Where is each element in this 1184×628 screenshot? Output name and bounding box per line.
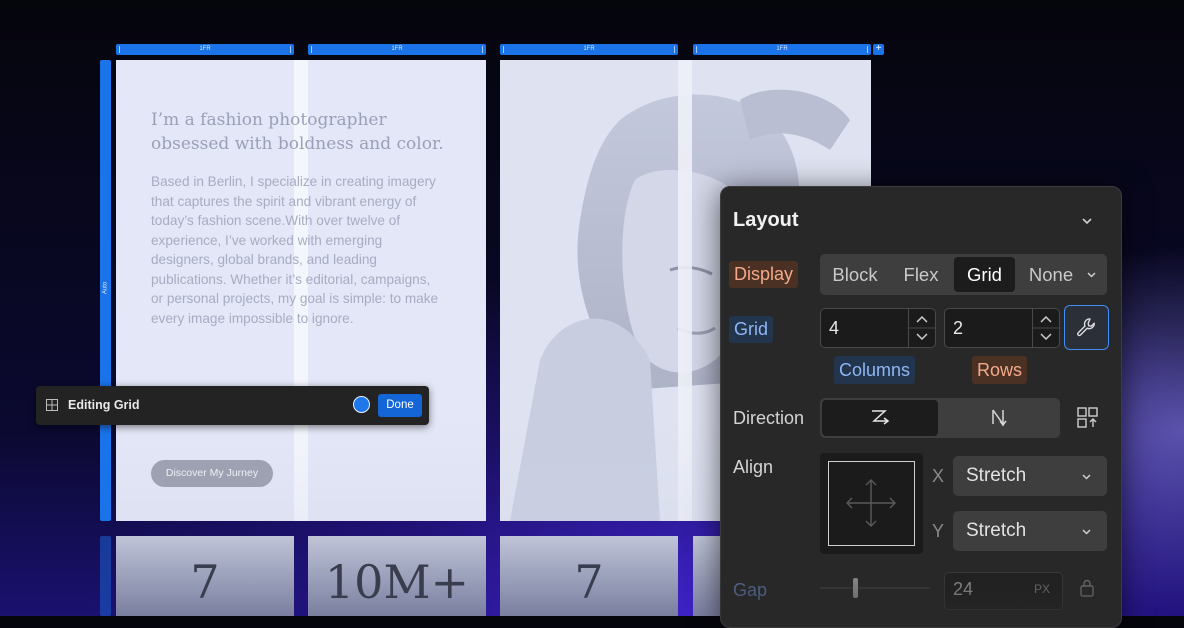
wrench-icon [1077,318,1095,337]
row-track-1[interactable]: Auto [100,60,111,521]
done-button[interactable]: Done [378,394,422,417]
rows-label: Rows [972,356,1028,384]
columns-stepper[interactable] [908,309,935,347]
editing-grid-bar: Editing Grid [36,386,429,425]
direction-label: Direction [733,408,805,428]
stat-value: 7 [190,555,220,609]
direction-column-icon[interactable] [988,406,1012,430]
align-label: Align [733,457,774,477]
stretch-arrows-icon [846,479,896,527]
align-x-label: X [932,466,945,486]
chevron-down-icon[interactable] [1080,470,1093,483]
row-track-label: Auto [102,281,109,295]
columns-label: Columns [834,356,916,384]
direction-row-icon[interactable] [868,407,892,429]
grid-settings-button[interactable] [1064,305,1109,350]
stepper-arrows-icon[interactable] [1033,309,1059,347]
lock-icon[interactable] [1078,578,1096,598]
display-option-block[interactable]: Block [824,254,886,295]
column-track-3[interactable]: 1FR [500,44,678,55]
bio-paragraph: Based in Berlin, I specialize in creatin… [151,172,461,328]
bio-line: experience, I’ve worked with emerging [151,232,383,248]
align-y-label: Y [932,521,945,541]
chevron-down-icon[interactable] [1080,214,1094,228]
gap-unit[interactable]: PX [1034,582,1050,596]
rows-stepper[interactable] [1032,309,1059,347]
headline-line: I’m a fashion photographer [151,110,387,130]
bio-line: designers, global brands, and leading [151,252,377,267]
gap-value[interactable]: 24 [953,579,973,600]
stat-cell [693,536,723,616]
reverse-direction-icon[interactable] [1076,406,1100,430]
stepper-arrows-icon[interactable] [909,309,935,347]
column-track-1[interactable]: 1FR [116,44,294,55]
gap-label: Gap [733,580,768,600]
align-y-value[interactable]: Stretch [966,520,1026,542]
rows-value[interactable]: 2 [953,318,963,339]
bio-line: every image impossible to ignore. [151,310,354,326]
bio-line: or personal projects, my goal is simple:… [151,291,439,306]
column-track-4[interactable]: 1FR [693,44,871,55]
align-picker-frame[interactable] [828,461,915,546]
display-option-flex[interactable]: Flex [890,254,952,295]
align-x-value[interactable]: Stretch [966,465,1026,487]
stat-value: 7 [574,555,604,609]
headline-line: obsessed with boldness and color. [151,134,444,154]
stat-value: 10M+ [324,555,470,609]
grid-label: Grid [729,316,774,343]
editing-grid-title: Editing Grid [68,398,140,412]
columns-value[interactable]: 4 [829,318,839,339]
bio-line: today’s fashion scene.With over twelve o… [151,213,401,228]
display-option-none[interactable]: None [1022,254,1080,295]
column-track-2[interactable]: 1FR [308,44,486,55]
add-column-button[interactable]: + [873,44,884,55]
row-track-2[interactable] [100,536,111,616]
panel-title: Layout [733,209,799,231]
discover-button[interactable]: Discover My Jurney [151,460,273,487]
display-label: Display [729,261,799,288]
grid-overlay-toggle[interactable] [353,396,370,413]
gap-slider-track[interactable] [820,587,930,589]
grid-icon [46,399,58,411]
display-option-grid[interactable]: Grid [954,254,1015,295]
chevron-down-icon[interactable] [1085,268,1098,281]
bio-line: publications. Whether it’s editorial, ca… [151,271,431,287]
bio-line: that captures the spirit and vibrant ene… [151,193,417,209]
bio-line: Based in Berlin, I specialize in creatin… [151,174,436,189]
chevron-down-icon[interactable] [1080,525,1093,538]
hero-headline: I’m a fashion photographer obsessed with… [151,108,471,156]
gap-slider-handle[interactable] [853,578,858,598]
